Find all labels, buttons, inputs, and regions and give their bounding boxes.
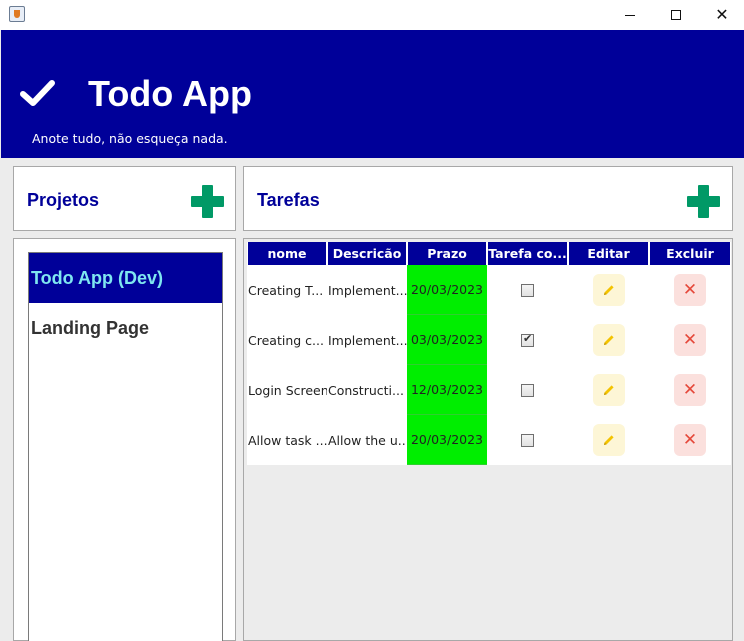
window-title-bar: ✕ (0, 0, 744, 30)
task-description-cell[interactable]: Implement... (327, 265, 407, 315)
pencil-icon (603, 285, 614, 295)
tasks-table-panel: nome Descricão Prazo Tarefa co... Editar… (243, 238, 733, 641)
task-description-cell[interactable]: Allow the u... (327, 415, 407, 465)
task-deadline-cell[interactable]: 12/03/2023 (407, 365, 487, 415)
table-row[interactable]: Creating T... Implement... 20/03/2023 ✕ (247, 265, 731, 315)
task-deadline-cell[interactable]: 20/03/2023 (407, 265, 487, 315)
edit-task-button[interactable] (592, 274, 625, 306)
column-header-prazo[interactable]: Prazo (407, 242, 487, 265)
task-name-cell[interactable]: Login Screen (247, 365, 327, 415)
projects-header-panel: Projetos (13, 166, 236, 231)
delete-task-button[interactable]: ✕ (674, 424, 706, 456)
maximize-icon (671, 10, 681, 20)
task-deadline-cell[interactable]: 20/03/2023 (407, 415, 487, 465)
project-item-todo-app[interactable]: Todo App (Dev) (29, 253, 222, 303)
column-header-excluir[interactable]: Excluir (649, 242, 731, 265)
projects-list[interactable]: Todo App (Dev) Landing Page (28, 252, 223, 641)
tasks-title: Tarefas (257, 190, 320, 210)
task-done-cell (487, 315, 568, 365)
tasks-table: nome Descricão Prazo Tarefa co... Editar… (247, 242, 731, 465)
task-done-checkbox[interactable] (521, 332, 534, 347)
maximize-button[interactable] (653, 0, 699, 30)
minimize-icon (625, 14, 635, 16)
projects-title: Projetos (27, 190, 100, 210)
delete-x-icon: ✕ (682, 429, 698, 450)
projects-list-panel: Todo App (Dev) Landing Page (13, 238, 236, 641)
minimize-button[interactable] (607, 0, 653, 30)
edit-task-button[interactable] (592, 374, 625, 406)
checkmark-icon (20, 80, 55, 106)
task-name-cell[interactable]: Creating T... (247, 265, 327, 315)
edit-task-button[interactable] (592, 324, 625, 356)
table-row[interactable]: Login Screen Constructi... 12/03/2023 ✕ (247, 365, 731, 415)
task-delete-cell: ✕ (649, 315, 731, 365)
column-header-nome[interactable]: nome (247, 242, 327, 265)
task-done-cell (487, 265, 568, 315)
java-app-icon (9, 6, 25, 22)
table-row[interactable]: Creating c... Implement... 03/03/2023 ✕ (247, 315, 731, 365)
pencil-icon (603, 435, 614, 445)
task-done-checkbox[interactable] (521, 383, 534, 397)
project-item-landing-page[interactable]: Landing Page (29, 303, 222, 353)
delete-x-icon: ✕ (682, 279, 698, 300)
delete-x-icon: ✕ (682, 379, 698, 400)
delete-x-icon: ✕ (682, 329, 698, 350)
app-subtitle: Anote tudo, não esqueça nada. (32, 131, 228, 146)
add-task-button[interactable] (687, 185, 720, 218)
table-header: nome Descricão Prazo Tarefa co... Editar… (247, 242, 731, 265)
task-deadline-cell[interactable]: 03/03/2023 (407, 315, 487, 365)
task-done-checkbox[interactable] (521, 433, 534, 447)
task-delete-cell: ✕ (649, 265, 731, 315)
delete-task-button[interactable]: ✕ (674, 324, 706, 356)
task-done-checkbox[interactable] (521, 283, 534, 297)
task-delete-cell: ✕ (649, 365, 731, 415)
edit-task-button[interactable] (592, 424, 625, 456)
task-edit-cell (568, 315, 649, 365)
delete-task-button[interactable]: ✕ (674, 274, 706, 306)
pencil-icon (603, 385, 614, 395)
task-delete-cell: ✕ (649, 415, 731, 465)
column-header-editar[interactable]: Editar (568, 242, 649, 265)
task-name-cell[interactable]: Creating c... (247, 315, 327, 365)
app-header: Todo App Anote tudo, não esqueça nada. (1, 30, 744, 158)
column-header-concluida[interactable]: Tarefa co... (487, 242, 568, 265)
task-edit-cell (568, 365, 649, 415)
add-project-button[interactable] (191, 185, 224, 218)
app-title: Todo App (88, 73, 252, 114)
pencil-icon (603, 335, 614, 345)
task-description-cell[interactable]: Constructi... (327, 365, 407, 415)
task-name-cell[interactable]: Allow task ... (247, 415, 327, 465)
task-done-cell (487, 365, 568, 415)
delete-task-button[interactable]: ✕ (674, 374, 706, 406)
task-edit-cell (568, 415, 649, 465)
task-description-cell[interactable]: Implement... (327, 315, 407, 365)
task-done-cell (487, 415, 568, 465)
tasks-header-panel: Tarefas (243, 166, 733, 231)
table-row[interactable]: Allow task ... Allow the u... 20/03/2023… (247, 415, 731, 465)
close-window-button[interactable]: ✕ (699, 0, 744, 30)
close-icon: ✕ (715, 5, 729, 24)
column-header-descricao[interactable]: Descricão (327, 242, 407, 265)
task-edit-cell (568, 265, 649, 315)
